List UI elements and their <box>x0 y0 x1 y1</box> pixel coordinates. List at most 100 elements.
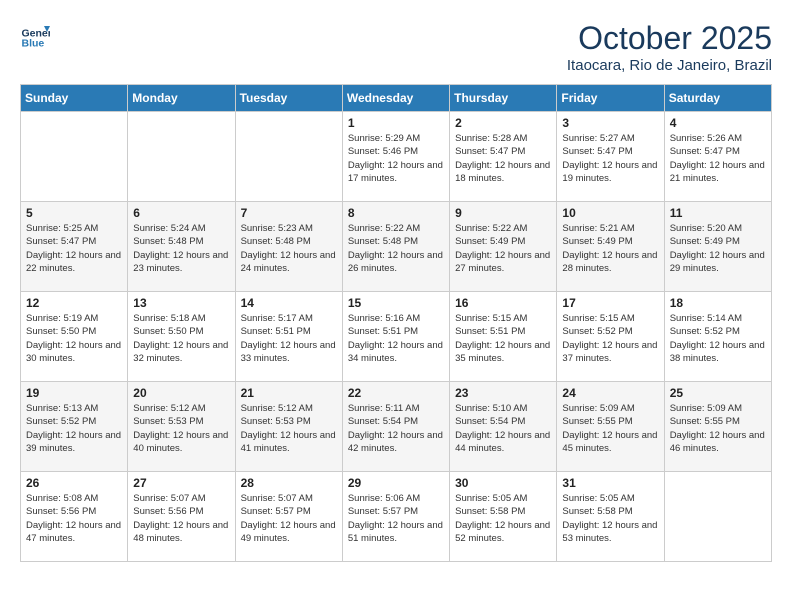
day-of-week-header: Wednesday <box>342 85 449 112</box>
day-info: Sunrise: 5:25 AM Sunset: 5:47 PM Dayligh… <box>26 222 122 275</box>
calendar-cell <box>235 112 342 202</box>
calendar-subtitle: Itaocara, Rio de Janeiro, Brazil <box>567 57 772 74</box>
calendar-cell: 1 Sunrise: 5:29 AM Sunset: 5:46 PM Daylig… <box>342 112 449 202</box>
calendar-title: October 2025 <box>567 20 772 57</box>
day-info: Sunrise: 5:05 AM Sunset: 5:58 PM Dayligh… <box>562 492 658 545</box>
calendar-cell: 23 Sunrise: 5:10 AM Sunset: 5:54 PM Dayli… <box>450 382 557 472</box>
day-info: Sunrise: 5:10 AM Sunset: 5:54 PM Dayligh… <box>455 402 551 455</box>
calendar-cell: 2 Sunrise: 5:28 AM Sunset: 5:47 PM Daylig… <box>450 112 557 202</box>
day-info: Sunrise: 5:12 AM Sunset: 5:53 PM Dayligh… <box>241 402 337 455</box>
day-of-week-header: Thursday <box>450 85 557 112</box>
day-number: 18 <box>670 296 766 310</box>
day-info: Sunrise: 5:28 AM Sunset: 5:47 PM Dayligh… <box>455 132 551 185</box>
calendar-cell: 7 Sunrise: 5:23 AM Sunset: 5:48 PM Daylig… <box>235 202 342 292</box>
day-info: Sunrise: 5:19 AM Sunset: 5:50 PM Dayligh… <box>26 312 122 365</box>
calendar-cell: 8 Sunrise: 5:22 AM Sunset: 5:48 PM Daylig… <box>342 202 449 292</box>
day-number: 15 <box>348 296 444 310</box>
calendar-cell: 24 Sunrise: 5:09 AM Sunset: 5:55 PM Dayli… <box>557 382 664 472</box>
calendar-cell: 4 Sunrise: 5:26 AM Sunset: 5:47 PM Daylig… <box>664 112 771 202</box>
day-info: Sunrise: 5:21 AM Sunset: 5:49 PM Dayligh… <box>562 222 658 275</box>
day-info: Sunrise: 5:29 AM Sunset: 5:46 PM Dayligh… <box>348 132 444 185</box>
day-info: Sunrise: 5:24 AM Sunset: 5:48 PM Dayligh… <box>133 222 229 275</box>
day-info: Sunrise: 5:23 AM Sunset: 5:48 PM Dayligh… <box>241 222 337 275</box>
day-number: 14 <box>241 296 337 310</box>
day-number: 20 <box>133 386 229 400</box>
day-info: Sunrise: 5:26 AM Sunset: 5:47 PM Dayligh… <box>670 132 766 185</box>
day-of-week-header: Friday <box>557 85 664 112</box>
calendar-table: SundayMondayTuesdayWednesdayThursdayFrid… <box>20 84 772 562</box>
calendar-cell: 18Sunrise: 5:14 AM Sunset: 5:52 PM Dayli… <box>664 292 771 382</box>
day-number: 21 <box>241 386 337 400</box>
calendar-week-row: 19 Sunrise: 5:13 AM Sunset: 5:52 PM Dayli… <box>21 382 772 472</box>
day-info: Sunrise: 5:11 AM Sunset: 5:54 PM Dayligh… <box>348 402 444 455</box>
calendar-cell: 14 Sunrise: 5:17 AM Sunset: 5:51 PM Dayli… <box>235 292 342 382</box>
calendar-week-row: 12 Sunrise: 5:19 AM Sunset: 5:50 PM Dayli… <box>21 292 772 382</box>
day-info: Sunrise: 5:09 AM Sunset: 5:55 PM Dayligh… <box>562 402 658 455</box>
day-number: 23 <box>455 386 551 400</box>
day-number: 1 <box>348 116 444 130</box>
calendar-cell: 21 Sunrise: 5:12 AM Sunset: 5:53 PM Dayli… <box>235 382 342 472</box>
day-info: Sunrise: 5:18 AM Sunset: 5:50 PM Dayligh… <box>133 312 229 365</box>
day-number: 27 <box>133 476 229 490</box>
day-info: Sunrise: 5:15 AM Sunset: 5:52 PM Dayligh… <box>562 312 658 365</box>
calendar-cell: 29Sunrise: 5:06 AM Sunset: 5:57 PM Dayli… <box>342 472 449 562</box>
day-info: Sunrise: 5:07 AM Sunset: 5:57 PM Dayligh… <box>241 492 337 545</box>
calendar-cell <box>664 472 771 562</box>
day-number: 10 <box>562 206 658 220</box>
day-number: 19 <box>26 386 122 400</box>
day-info: Sunrise: 5:05 AM Sunset: 5:58 PM Dayligh… <box>455 492 551 545</box>
day-number: 12 <box>26 296 122 310</box>
day-number: 22 <box>348 386 444 400</box>
calendar-cell: 11 Sunrise: 5:20 AM Sunset: 5:49 PM Dayli… <box>664 202 771 292</box>
calendar-cell: 3Sunrise: 5:27 AM Sunset: 5:47 PM Daylig… <box>557 112 664 202</box>
calendar-cell: 12 Sunrise: 5:19 AM Sunset: 5:50 PM Dayli… <box>21 292 128 382</box>
day-number: 25 <box>670 386 766 400</box>
calendar-cell: 9Sunrise: 5:22 AM Sunset: 5:49 PM Daylig… <box>450 202 557 292</box>
calendar-cell: 15 Sunrise: 5:16 AM Sunset: 5:51 PM Dayli… <box>342 292 449 382</box>
day-number: 28 <box>241 476 337 490</box>
day-number: 2 <box>455 116 551 130</box>
calendar-week-row: 26Sunrise: 5:08 AM Sunset: 5:56 PM Dayli… <box>21 472 772 562</box>
day-number: 16 <box>455 296 551 310</box>
logo-icon: General Blue <box>20 20 50 50</box>
calendar-week-row: 1 Sunrise: 5:29 AM Sunset: 5:46 PM Daylig… <box>21 112 772 202</box>
day-number: 9 <box>455 206 551 220</box>
day-info: Sunrise: 5:20 AM Sunset: 5:49 PM Dayligh… <box>670 222 766 275</box>
day-info: Sunrise: 5:17 AM Sunset: 5:51 PM Dayligh… <box>241 312 337 365</box>
page-header: General Blue October 2025 Itaocara, Rio … <box>20 20 772 74</box>
calendar-cell: 25 Sunrise: 5:09 AM Sunset: 5:55 PM Dayli… <box>664 382 771 472</box>
day-number: 31 <box>562 476 658 490</box>
day-number: 5 <box>26 206 122 220</box>
day-number: 26 <box>26 476 122 490</box>
calendar-cell: 13Sunrise: 5:18 AM Sunset: 5:50 PM Dayli… <box>128 292 235 382</box>
day-of-week-header: Sunday <box>21 85 128 112</box>
day-of-week-header: Saturday <box>664 85 771 112</box>
calendar-cell <box>128 112 235 202</box>
calendar-header-row: SundayMondayTuesdayWednesdayThursdayFrid… <box>21 85 772 112</box>
day-info: Sunrise: 5:27 AM Sunset: 5:47 PM Dayligh… <box>562 132 658 185</box>
day-number: 4 <box>670 116 766 130</box>
day-info: Sunrise: 5:12 AM Sunset: 5:53 PM Dayligh… <box>133 402 229 455</box>
calendar-cell: 28 Sunrise: 5:07 AM Sunset: 5:57 PM Dayli… <box>235 472 342 562</box>
day-number: 8 <box>348 206 444 220</box>
day-info: Sunrise: 5:15 AM Sunset: 5:51 PM Dayligh… <box>455 312 551 365</box>
calendar-cell: 31 Sunrise: 5:05 AM Sunset: 5:58 PM Dayli… <box>557 472 664 562</box>
day-number: 6 <box>133 206 229 220</box>
calendar-cell: 6 Sunrise: 5:24 AM Sunset: 5:48 PM Daylig… <box>128 202 235 292</box>
day-of-week-header: Tuesday <box>235 85 342 112</box>
calendar-cell: 22 Sunrise: 5:11 AM Sunset: 5:54 PM Dayli… <box>342 382 449 472</box>
calendar-cell: 19 Sunrise: 5:13 AM Sunset: 5:52 PM Dayli… <box>21 382 128 472</box>
calendar-cell <box>21 112 128 202</box>
day-info: Sunrise: 5:22 AM Sunset: 5:48 PM Dayligh… <box>348 222 444 275</box>
day-info: Sunrise: 5:09 AM Sunset: 5:55 PM Dayligh… <box>670 402 766 455</box>
day-info: Sunrise: 5:13 AM Sunset: 5:52 PM Dayligh… <box>26 402 122 455</box>
day-number: 7 <box>241 206 337 220</box>
day-number: 30 <box>455 476 551 490</box>
calendar-week-row: 5 Sunrise: 5:25 AM Sunset: 5:47 PM Daylig… <box>21 202 772 292</box>
day-of-week-header: Monday <box>128 85 235 112</box>
day-info: Sunrise: 5:16 AM Sunset: 5:51 PM Dayligh… <box>348 312 444 365</box>
calendar-cell: 26Sunrise: 5:08 AM Sunset: 5:56 PM Dayli… <box>21 472 128 562</box>
day-number: 11 <box>670 206 766 220</box>
day-number: 24 <box>562 386 658 400</box>
calendar-cell: 16 Sunrise: 5:15 AM Sunset: 5:51 PM Dayli… <box>450 292 557 382</box>
